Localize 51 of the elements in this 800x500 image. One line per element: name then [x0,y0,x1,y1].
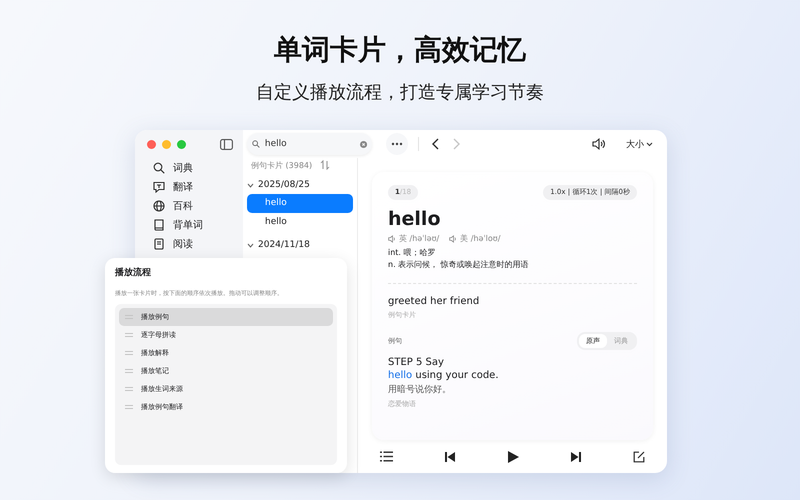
list-header: 例句卡片 (3984) [251,160,312,170]
drag-handle-icon[interactable] [125,333,133,337]
list-item[interactable]: hello [247,213,353,232]
caret-icon [646,142,653,146]
definition: n. 表示问候， 惊奇或唤起注意时的用语 [388,259,530,271]
edit-icon[interactable] [633,450,645,462]
play-icon[interactable] [508,450,518,462]
pronunciation-button[interactable]: 英 /həˈləʊ/ [388,233,440,244]
drag-handle-icon[interactable] [125,351,133,355]
drag-handle-icon[interactable] [125,387,133,391]
definition: int. 喂；哈罗 [388,247,437,259]
document-icon [153,238,165,250]
zoom-button[interactable] [177,140,186,148]
date-group-header[interactable]: 2024/11/18 [247,236,353,254]
drag-handle-icon[interactable] [125,405,133,409]
panel-title: 播放流程 [115,266,152,279]
headword: hello [388,208,442,230]
pronunciation-button[interactable]: 美 /həˈloʊ/ [449,233,500,244]
list-icon[interactable] [380,451,393,462]
more-icon[interactable] [386,133,408,155]
drag-handle-icon[interactable] [125,369,133,373]
search-icon [252,139,260,149]
speaker-icon [388,234,397,242]
sort-icon[interactable] [320,160,330,170]
search-bar[interactable]: hello [247,133,372,155]
globe-icon [153,200,165,212]
minimize-button[interactable] [162,140,171,148]
sidebar-item[interactable]: 百科 [143,196,235,215]
headline: 单词卡片，高效记忆 [273,32,527,68]
list-item[interactable]: hello [247,194,353,213]
example-translation: 用暗号说你好。 [388,384,452,396]
note-text: greeted her friend [388,296,480,307]
subheadline: 自定义播放流程，打造专属学习节奏 [255,82,545,104]
sidebar-item[interactable]: 背单词 [143,215,235,234]
previous-icon[interactable] [445,452,456,462]
speech-bubble-icon [153,180,165,192]
close-button[interactable] [147,140,156,148]
next-icon[interactable] [570,452,581,462]
search-icon [153,162,165,174]
book-icon [153,218,165,230]
sidebar-item[interactable]: 词典 [143,158,235,177]
speaker-icon[interactable] [592,138,606,150]
size-menu[interactable]: 大小 [624,134,655,154]
sidebar-item[interactable]: 阅读 [143,234,235,253]
sidebar-item[interactable]: 翻译 [143,177,235,196]
speaker-icon [449,234,458,242]
date-group-header[interactable]: 2025/08/25 [247,176,353,194]
sidebar-toggle-icon[interactable] [220,138,233,150]
clear-icon[interactable] [360,140,367,148]
search-field[interactable]: hello [264,139,355,149]
example-sentence: STEP 5 Say hello using your code. [388,356,500,382]
